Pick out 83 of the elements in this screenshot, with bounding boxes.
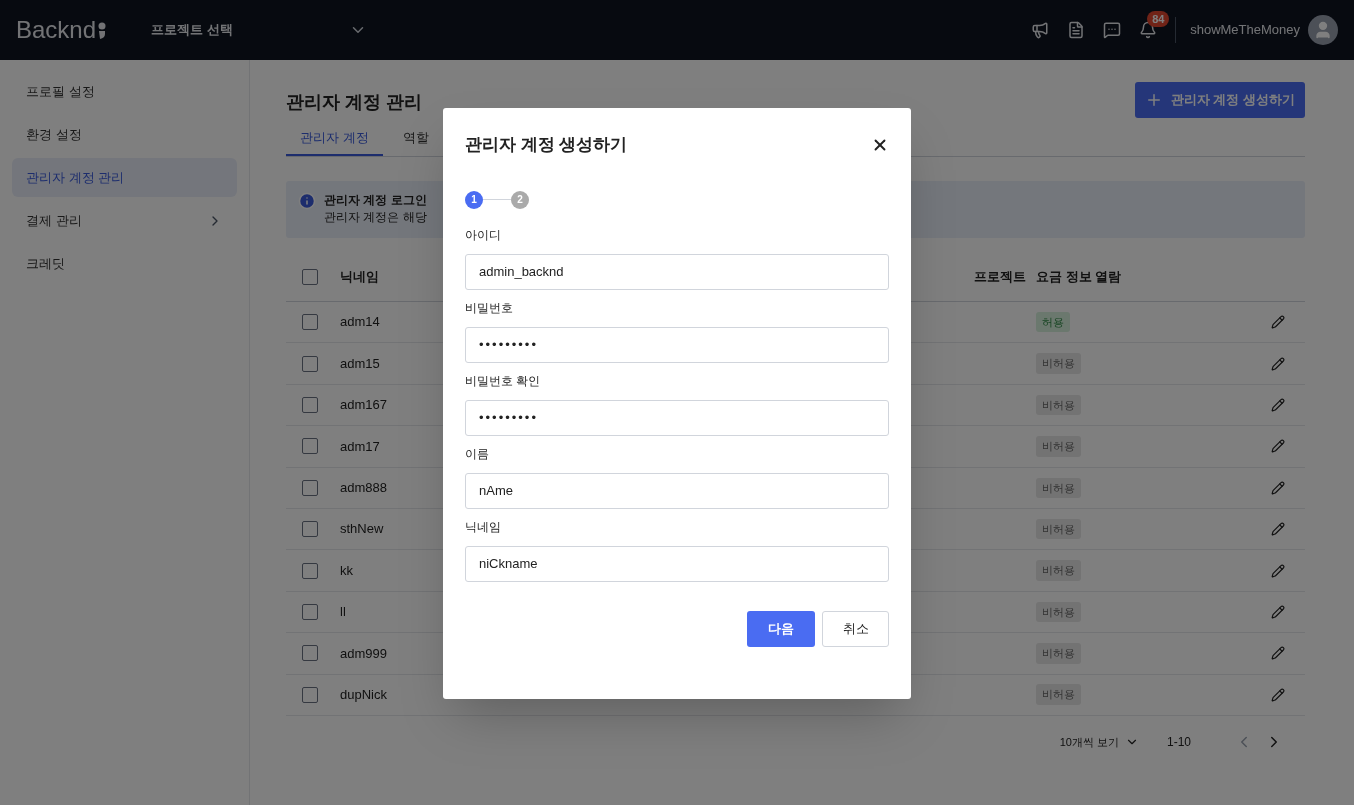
page-range: 1-10 [1166,733,1191,751]
sidebar-item[interactable]: 크레딧 [12,244,237,283]
status-tag: 비허용 [1036,477,1081,498]
checkbox[interactable] [302,355,318,372]
step-indicator: 2 [511,190,529,209]
chat-icon[interactable] [1103,21,1122,39]
table-cell: dupNick [340,686,387,702]
field-label: 닉네임 [465,518,502,536]
next-button[interactable]: 다음 [747,610,815,647]
status-tag: 비허용 [1036,684,1081,705]
checkbox[interactable] [302,686,318,703]
edit-icon[interactable] [1271,563,1285,578]
input-field[interactable]: ••••••••• [465,399,889,436]
checkbox[interactable] [302,396,318,413]
status-tag: 비허용 [1036,353,1081,374]
sidebar-item[interactable]: 환경 설정 [12,115,237,154]
checkbox[interactable] [302,645,318,662]
status-tag: 비허용 [1036,643,1081,664]
edit-icon[interactable] [1271,522,1285,537]
status-tag: 비허용 [1036,394,1081,416]
edit-icon[interactable] [1271,687,1285,702]
dialog-title: 관리자 계정 생성하기 [465,134,628,156]
table-cell: adm888 [340,480,387,495]
edit-icon[interactable] [1271,480,1285,495]
bell-icon[interactable] [1139,21,1158,39]
column-header: 닉네임 [340,268,379,284]
page-size-select[interactable]: 10개씩 보기 [1059,733,1139,751]
edit-icon[interactable] [1271,315,1285,330]
cancel-button[interactable]: 취소 [822,610,889,647]
input-field[interactable]: ••••••••• [465,326,889,363]
checkbox[interactable] [302,268,318,285]
notice-text: 관리자 계정은 해당 [324,209,427,226]
info-icon [298,192,316,210]
project-select[interactable]: 프로젝트 선택 [151,20,367,40]
sidebar-item[interactable]: 결제 관리 [12,201,237,240]
table-cell: sthNew [340,521,384,537]
tab[interactable]: 관리자 계정 [286,122,383,156]
status-tag: 비허용 [1036,560,1081,581]
edit-icon[interactable] [1271,356,1285,371]
table-cell: adm999 [340,645,387,661]
checkbox[interactable] [302,521,318,538]
table-cell: adm167 [340,397,387,413]
checkbox[interactable] [302,479,318,496]
sidebar-item[interactable]: 프로필 설정 [12,72,237,111]
status-tag: 허용 [1036,311,1070,333]
avatar-icon[interactable] [1308,15,1338,45]
page-title: 관리자 계정 관리 [286,91,422,114]
field-label: 이름 [465,445,490,463]
logo: Backnd [16,12,151,48]
input-field[interactable]: niCkname [465,545,889,582]
step-indicator: 1 [465,190,483,209]
logo-mark-icon [98,21,107,39]
edit-icon[interactable] [1271,397,1285,412]
edit-icon[interactable] [1271,439,1285,454]
field-label: 아이디 [465,226,502,244]
status-tag: 비허용 [1036,436,1081,457]
checkbox[interactable] [302,438,318,455]
edit-icon[interactable] [1271,604,1285,619]
megaphone-icon[interactable] [1031,21,1050,39]
status-tag: 비허용 [1036,518,1081,540]
notification-badge: 84 [1147,11,1170,27]
checkbox[interactable] [302,562,318,579]
checkbox[interactable] [302,314,318,331]
table-cell: adm17 [340,438,380,454]
column-header: 프로젝트 [973,267,1027,286]
tab[interactable]: 역할 [388,122,443,156]
create-account-button[interactable]: 관리자 계정 생성하기 [1135,82,1305,118]
input-field[interactable]: admin_backnd [465,253,889,290]
field-label: 비밀번호 [465,299,514,317]
status-tag: 비허용 [1036,601,1081,623]
sidebar-item[interactable]: 관리자 계정 관리 [12,158,237,197]
table-cell: ll [340,604,346,620]
document-icon[interactable] [1067,21,1086,39]
edit-icon[interactable] [1271,646,1285,661]
table-cell: kk [340,562,353,578]
notice-title: 관리자 계정 로그인 [324,192,427,209]
table-cell: adm15 [340,355,380,371]
table-cell: adm14 [340,314,380,330]
checkbox[interactable] [302,603,318,620]
column-header: 요금 정보 열람 [1036,267,1123,286]
field-label: 비밀번호 확인 [465,372,542,390]
username[interactable]: showMeTheMoney [1190,20,1300,40]
input-field[interactable]: nAme [465,472,889,509]
